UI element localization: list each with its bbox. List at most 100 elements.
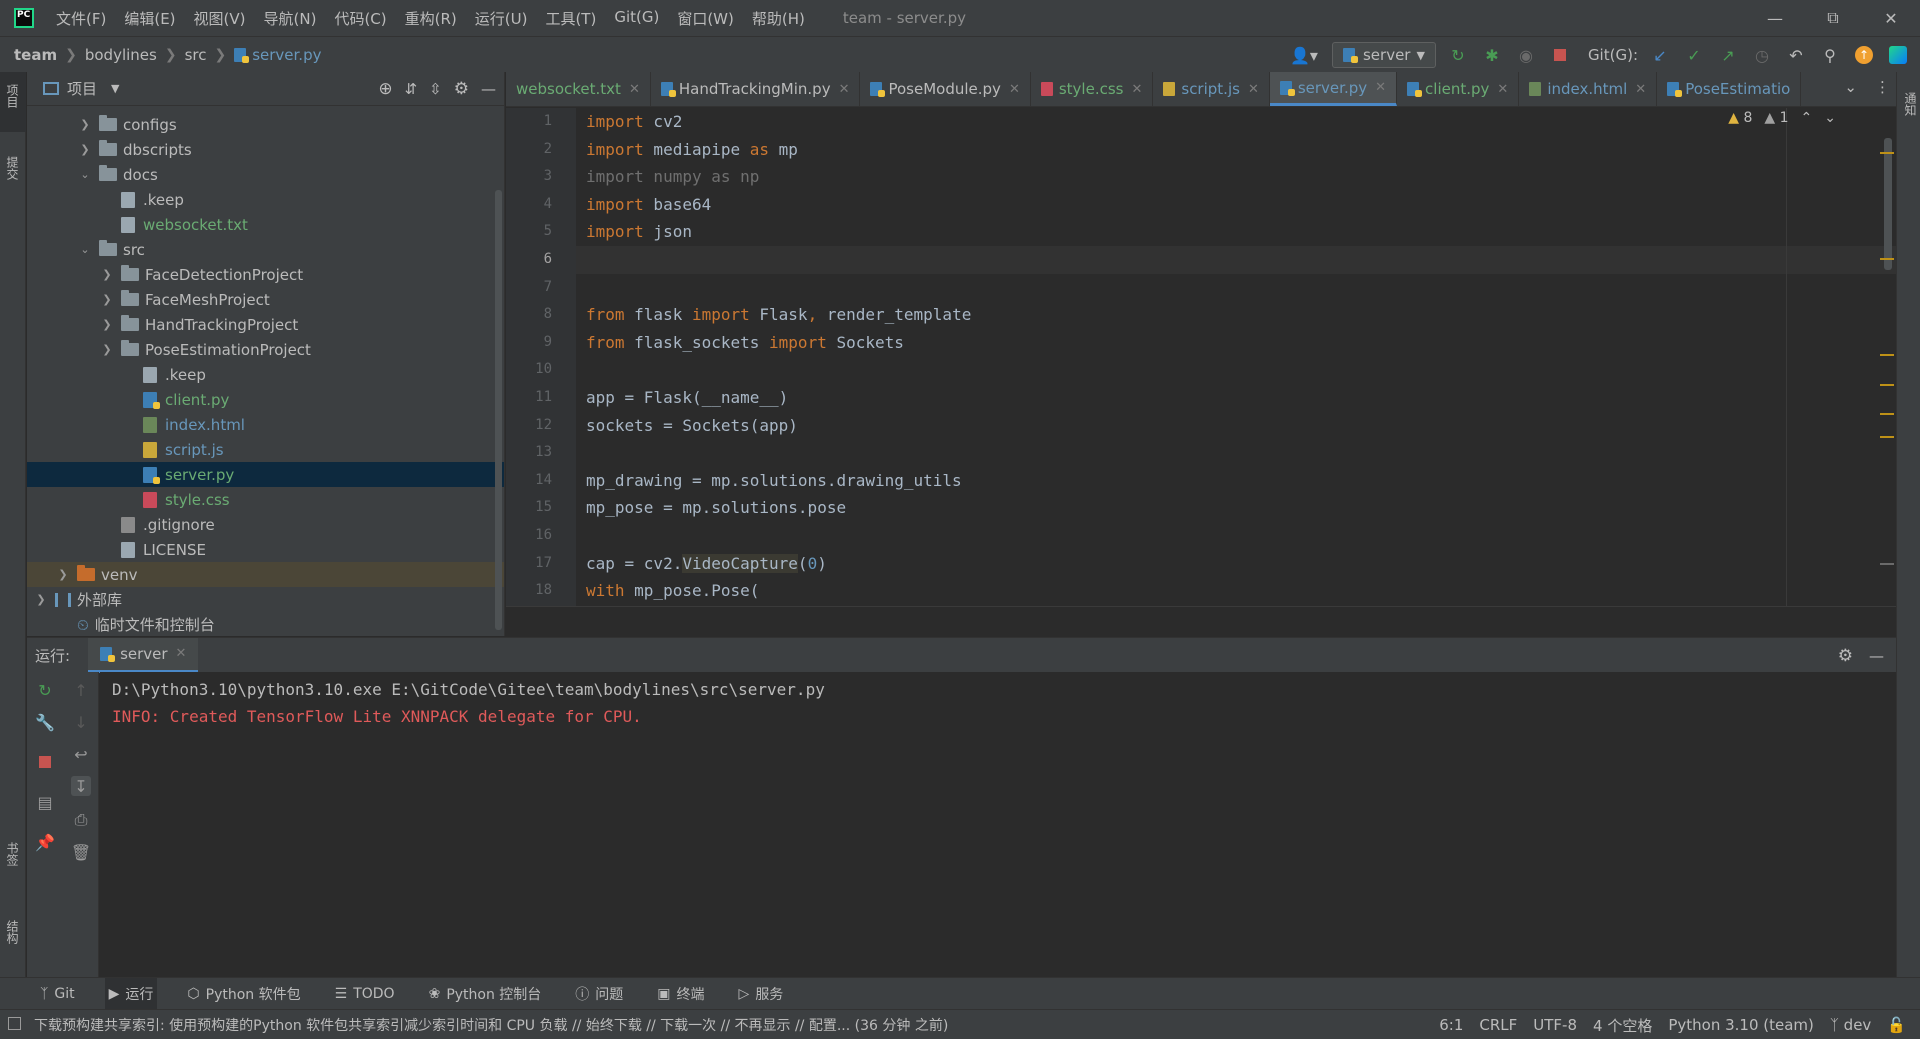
update-icon[interactable]: ↑ — [1852, 43, 1876, 67]
tree-item[interactable]: ❯ dbscripts — [27, 137, 504, 162]
tree-item[interactable]: ❯ venv — [27, 562, 504, 587]
locate-file-icon[interactable]: ⊕ — [378, 79, 392, 99]
warning-stripe[interactable] — [1880, 384, 1894, 386]
close-icon[interactable]: ✕ — [1131, 82, 1142, 97]
hide-panel-icon[interactable]: — — [481, 80, 496, 98]
close-button[interactable]: ✕ — [1862, 0, 1920, 36]
project-tool-button[interactable]: 项目 — [4, 84, 21, 108]
menu-item[interactable]: 文件(F) — [56, 8, 106, 29]
close-icon[interactable]: ✕ — [1497, 82, 1508, 97]
code-line[interactable]: import base64 — [586, 191, 1896, 219]
hide-panel-icon[interactable]: — — [1869, 647, 1884, 665]
code-line[interactable] — [586, 356, 1896, 384]
menu-item[interactable]: Git(G) — [614, 8, 659, 29]
editor-tab[interactable]: PoseModule.py ✕ — [860, 72, 1031, 106]
menu-item[interactable]: 编辑(E) — [124, 8, 175, 29]
jetbrains-icon[interactable] — [1886, 43, 1910, 67]
previous-highlight-icon[interactable]: ⌃ — [1801, 110, 1813, 126]
tree-item[interactable]: server.py — [27, 462, 504, 487]
tree-item[interactable]: .keep — [27, 187, 504, 212]
warning-stripe[interactable] — [1880, 354, 1894, 356]
run-console[interactable]: D:\Python3.10\python3.10.exe E:\GitCode\… — [100, 672, 1896, 977]
menu-item[interactable]: 工具(T) — [545, 8, 596, 29]
lock-icon[interactable]: 🔓 — [1887, 1016, 1906, 1034]
close-icon[interactable]: ✕ — [1009, 82, 1020, 97]
inspection-widget[interactable]: ▲ 8 ▲ 1 ⌃ ⌄ — [1728, 110, 1836, 126]
chevron-right-icon[interactable]: ❯ — [79, 143, 91, 156]
menu-item[interactable]: 视图(V) — [194, 8, 246, 29]
code-line[interactable]: mp_drawing = mp.solutions.drawing_utils — [586, 467, 1896, 495]
rollback-icon[interactable]: ↶ — [1784, 43, 1808, 67]
menu-item[interactable]: 重构(R) — [405, 8, 457, 29]
menu-item[interactable]: 窗口(W) — [677, 8, 734, 29]
indent-setting[interactable]: 4 个空格 — [1593, 1015, 1652, 1036]
weak-warning-stripe[interactable] — [1880, 563, 1894, 565]
menu-item[interactable]: 导航(N) — [264, 8, 317, 29]
more-icon[interactable]: ⋮ — [1875, 78, 1890, 96]
tree-item[interactable]: ⏲ 临时文件和控制台 — [27, 612, 504, 637]
rerun-icon[interactable]: ↻ — [35, 680, 55, 700]
pin-icon[interactable]: 📌 — [35, 832, 55, 852]
close-icon[interactable]: ✕ — [1375, 80, 1386, 95]
structure-tool-button[interactable]: 结构 — [4, 920, 21, 944]
code-line[interactable]: import cv2 — [586, 108, 1896, 136]
close-icon[interactable]: ✕ — [839, 82, 850, 97]
tree-item[interactable]: ⌄ docs — [27, 162, 504, 187]
code-line[interactable]: import json — [586, 218, 1896, 246]
close-icon[interactable]: ✕ — [629, 82, 640, 97]
git-update-icon[interactable]: ↙ — [1648, 43, 1672, 67]
collapse-all-icon[interactable]: ⇳ — [429, 80, 442, 98]
chevron-down-icon[interactable]: ⌄ — [79, 168, 91, 181]
tool-window-button[interactable]: ❀ Python 控制台 — [425, 978, 546, 1010]
bookmarks-tool-button[interactable]: 书签 — [4, 842, 21, 866]
tree-item[interactable]: style.css — [27, 487, 504, 512]
rerun-icon[interactable]: ↻ — [1446, 43, 1470, 67]
tool-window-button[interactable]: ⬡ Python 软件包 — [183, 978, 304, 1010]
expand-all-icon[interactable]: ⇵ — [405, 80, 418, 98]
tree-item[interactable]: client.py — [27, 387, 504, 412]
tree-item[interactable]: .gitignore — [27, 512, 504, 537]
warning-stripe[interactable] — [1880, 436, 1894, 438]
code-line[interactable] — [586, 274, 1896, 302]
notifications-tool-button[interactable]: 通知 — [1902, 92, 1919, 116]
soft-wrap-icon[interactable]: ↩ — [71, 744, 91, 764]
commit-tool-button[interactable]: 提交 — [4, 156, 21, 180]
tree-item[interactable]: websocket.txt — [27, 212, 504, 237]
tree-item[interactable]: index.html — [27, 412, 504, 437]
stop-icon[interactable] — [35, 752, 55, 772]
file-encoding[interactable]: UTF-8 — [1533, 1016, 1577, 1034]
toggle-tool-windows-icon[interactable] — [8, 1017, 21, 1030]
layout-icon[interactable]: ▤ — [35, 792, 55, 812]
close-icon[interactable]: ✕ — [1635, 82, 1646, 97]
code-line[interactable]: from flask import Flask, render_template — [586, 301, 1896, 329]
close-icon[interactable]: ✕ — [176, 646, 187, 661]
tool-window-button[interactable]: ☰ TODO — [331, 978, 399, 1010]
git-push-icon[interactable]: ↗ — [1716, 43, 1740, 67]
code-editor[interactable]: 1 2 3 4 5 6 7 8 9 10 11 12 13 14 15 16 17 18 import cv2 im… — [506, 108, 1896, 606]
menu-item[interactable]: 帮助(H) — [752, 8, 805, 29]
breadcrumb-folder[interactable]: bodylines — [85, 46, 157, 64]
chevron-down-icon[interactable]: ⌄ — [79, 243, 91, 256]
restore-button[interactable]: ⧉ — [1804, 0, 1862, 36]
code-line[interactable]: with mp_pose.Pose( — [586, 577, 1896, 605]
breadcrumb-folder[interactable]: src — [185, 46, 207, 64]
git-commit-icon[interactable]: ✓ — [1682, 43, 1706, 67]
search-icon[interactable]: ⚲ — [1818, 43, 1842, 67]
editor-tab[interactable]: style.css ✕ — [1031, 72, 1154, 106]
warning-stripe[interactable] — [1880, 152, 1894, 154]
chevron-right-icon[interactable]: ❯ — [35, 593, 47, 606]
tree-item[interactable]: ❯ PoseEstimationProject — [27, 337, 504, 362]
history-icon[interactable]: ◷ — [1750, 43, 1774, 67]
chevron-down-icon[interactable]: ⌄ — [1844, 78, 1857, 96]
tree-scrollbar[interactable] — [495, 190, 502, 630]
code-line[interactable] — [586, 522, 1896, 550]
status-message[interactable]: 下载预构建共享索引: 使用预构建的Python 软件包共享索引减少索引时间和 C… — [34, 1015, 948, 1035]
caret-position[interactable]: 6:1 — [1439, 1016, 1463, 1034]
breadcrumb-file[interactable]: server.py — [234, 46, 321, 64]
chevron-right-icon[interactable]: ❯ — [101, 318, 113, 331]
code-line[interactable] — [576, 245, 1896, 274]
chevron-right-icon[interactable]: ❯ — [101, 343, 113, 356]
tree-item[interactable]: LICENSE — [27, 537, 504, 562]
menu-item[interactable]: 代码(C) — [334, 8, 386, 29]
editor-tab[interactable]: HandTrackingMin.py ✕ — [651, 72, 861, 106]
